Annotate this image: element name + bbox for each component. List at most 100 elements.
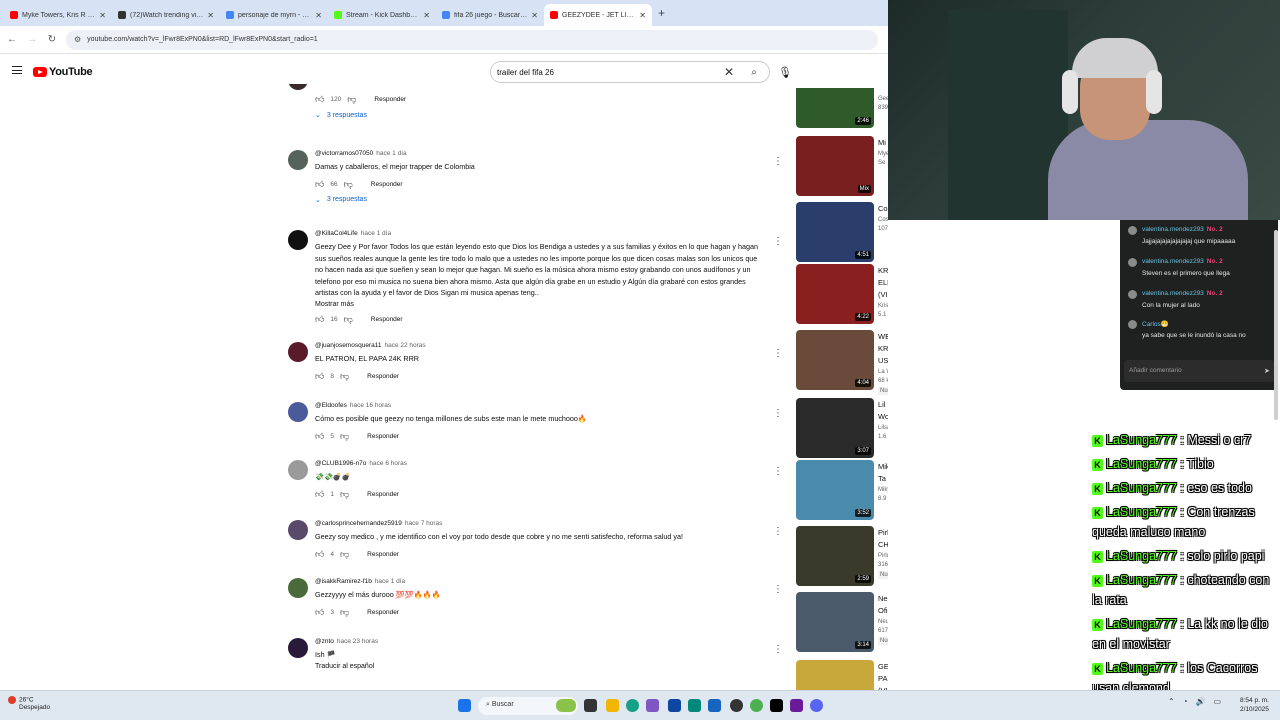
dislike-icon[interactable]: 👎︎ bbox=[340, 489, 349, 500]
comment-author[interactable]: @KillaCol4Life hace 1 día bbox=[315, 230, 765, 237]
video-thumbnail[interactable] bbox=[796, 660, 874, 690]
comment-more-icon[interactable]: ⋮ bbox=[773, 644, 783, 655]
comment-author-name[interactable]: @victorramos07050 bbox=[315, 150, 373, 157]
like-icon[interactable]: 👍︎ bbox=[315, 489, 324, 500]
tab-close-icon[interactable]: ✕ bbox=[99, 11, 106, 20]
reply-button[interactable]: Responder bbox=[367, 373, 399, 380]
tab-close-icon[interactable]: ✕ bbox=[315, 11, 322, 20]
task-view-icon[interactable] bbox=[584, 699, 597, 712]
avatar[interactable] bbox=[288, 84, 308, 90]
add-comment-input[interactable]: Añadir comentario bbox=[1124, 360, 1274, 382]
dislike-icon[interactable]: 👎︎ bbox=[344, 179, 353, 190]
youtube-logo[interactable]: YouTube bbox=[33, 66, 93, 78]
clear-search-icon[interactable]: ✕ bbox=[719, 65, 739, 79]
comment-author-name[interactable]: @znto bbox=[315, 638, 334, 645]
discord-icon[interactable] bbox=[810, 699, 823, 712]
video-thumbnail[interactable]: 3:14 bbox=[796, 592, 874, 652]
avatar[interactable] bbox=[288, 150, 308, 170]
chat-username[interactable]: valentina.mendez293 No. 2 bbox=[1142, 258, 1223, 265]
comment-more-icon[interactable]: ⋮ bbox=[773, 156, 783, 167]
steam-icon[interactable] bbox=[730, 699, 743, 712]
app-icon-blue[interactable] bbox=[668, 699, 681, 712]
comment-author[interactable]: @victorramos07050 hace 1 día bbox=[315, 150, 765, 157]
comment-more-icon[interactable]: ⋮ bbox=[773, 526, 783, 537]
avatar[interactable] bbox=[288, 342, 308, 362]
video-thumbnail[interactable]: Mix bbox=[796, 136, 874, 196]
dislike-icon[interactable]: 👎︎ bbox=[347, 94, 356, 105]
video-thumbnail[interactable]: 3:07 bbox=[796, 398, 874, 458]
battery-icon[interactable]: ▭ bbox=[1214, 697, 1222, 706]
file-explorer-icon[interactable] bbox=[606, 699, 619, 712]
tab-close-icon[interactable]: ✕ bbox=[207, 11, 214, 20]
browser-tab[interactable]: Stream - Kick Dashboard ✕ bbox=[328, 4, 436, 26]
comment-age[interactable]: hace 7 horas bbox=[405, 520, 443, 527]
avatar[interactable] bbox=[288, 230, 308, 250]
comment-age[interactable]: hace 1 día bbox=[375, 578, 405, 585]
dislike-icon[interactable]: 👎︎ bbox=[340, 431, 349, 442]
taskbar-clock[interactable]: 8:54 p. m. 2/10/2025 bbox=[1240, 696, 1269, 714]
video-thumbnail[interactable]: 2:46 bbox=[796, 88, 874, 128]
comment-more-icon[interactable]: ⋮ bbox=[773, 348, 783, 359]
avatar[interactable] bbox=[288, 402, 308, 422]
comment-more-icon[interactable]: ⋮ bbox=[773, 466, 783, 477]
new-tab-button[interactable]: + bbox=[658, 6, 665, 20]
app-icon-green[interactable] bbox=[626, 699, 639, 712]
search-icon[interactable]: ⌕ bbox=[739, 67, 769, 78]
browser-tab[interactable]: personaje de myrn - Buscar con Google ✕ bbox=[220, 4, 328, 26]
comment-author[interactable]: @carlosprincehernandez5919 hace 7 horas bbox=[315, 520, 765, 527]
chat-username[interactable]: valentina.mendez293 No. 2 bbox=[1142, 290, 1223, 297]
chrome-icon[interactable] bbox=[750, 699, 763, 712]
reply-button[interactable]: Responder bbox=[367, 433, 399, 440]
comment-age[interactable]: hace 16 horas bbox=[350, 402, 391, 409]
video-thumbnail[interactable]: 4:22 bbox=[796, 264, 874, 324]
dislike-icon[interactable]: 👎︎ bbox=[340, 371, 349, 382]
like-icon[interactable]: 👍︎ bbox=[315, 94, 324, 105]
reply-button[interactable]: Responder bbox=[367, 609, 399, 616]
wifi-icon[interactable]: ◔ bbox=[1183, 697, 1188, 706]
browser-tab[interactable]: Myke Towers, Kris R & Alemán ✕ bbox=[4, 4, 112, 26]
tray-chevron-icon[interactable]: ⌃ bbox=[1168, 697, 1175, 706]
reload-icon[interactable]: ↻ bbox=[46, 34, 58, 45]
search-input[interactable]: trailer del fifa 26 bbox=[497, 68, 719, 77]
tab-close-icon[interactable]: ✕ bbox=[423, 11, 430, 20]
site-info-icon[interactable]: ⚙ bbox=[74, 35, 81, 44]
chat-username[interactable]: valentina.mendez293 No. 2 bbox=[1142, 226, 1223, 233]
comment-more-icon[interactable]: ⋮ bbox=[773, 584, 783, 595]
translate-link[interactable]: Traducir al español bbox=[315, 663, 765, 670]
reply-button[interactable]: Responder bbox=[374, 96, 406, 103]
like-icon[interactable]: 👍︎ bbox=[315, 549, 324, 560]
browser-tab[interactable]: fifa 26 juego - Buscar con Google ✕ bbox=[436, 4, 544, 26]
reply-button[interactable]: Responder bbox=[371, 181, 403, 188]
view-replies-button[interactable]: ⌄ 3 respuestas bbox=[315, 111, 765, 120]
comment-author-name[interactable]: @carlosprincehernandez5919 bbox=[315, 520, 402, 527]
comment-author[interactable]: @isakkRamirez-f1b hace 1 día bbox=[315, 578, 765, 585]
widgets-icon[interactable] bbox=[556, 699, 576, 712]
browser-tab[interactable]: GEEZYDEE - JET LI 🥋 (VIDEO OFICIAL) ✕ bbox=[544, 4, 652, 26]
comment-author[interactable]: @znto hace 23 horas bbox=[315, 638, 765, 645]
reply-button[interactable]: Responder bbox=[367, 491, 399, 498]
page-scrollbar[interactable] bbox=[1274, 230, 1278, 420]
reply-button[interactable]: Responder bbox=[367, 551, 399, 558]
comment-age[interactable]: hace 6 horas bbox=[369, 460, 407, 467]
avatar[interactable] bbox=[288, 578, 308, 598]
avatar[interactable] bbox=[288, 460, 308, 480]
comment-age[interactable]: hace 1 día bbox=[361, 230, 391, 237]
copilot-icon[interactable] bbox=[646, 699, 659, 712]
tiktok-icon[interactable] bbox=[770, 699, 783, 712]
tab-close-icon[interactable]: ✕ bbox=[639, 11, 646, 20]
reply-button[interactable]: Responder bbox=[371, 316, 403, 323]
like-icon[interactable]: 👍︎ bbox=[315, 371, 324, 382]
send-icon[interactable]: ➤ bbox=[1264, 367, 1270, 375]
comment-author-name[interactable]: @Eldoofes bbox=[315, 402, 347, 409]
comment-author-name[interactable]: @juanjosemosquera11 bbox=[315, 342, 381, 349]
comment-author[interactable]: @Eldoofes hace 16 horas bbox=[315, 402, 765, 409]
back-arrow-icon[interactable]: ← bbox=[6, 34, 18, 45]
like-icon[interactable]: 👍︎ bbox=[315, 431, 324, 442]
comment-more-icon[interactable]: ⋮ bbox=[773, 408, 783, 419]
show-more-link[interactable]: Mostrar más bbox=[315, 301, 765, 308]
hamburger-menu-icon[interactable] bbox=[12, 66, 22, 74]
like-icon[interactable]: 👍︎ bbox=[315, 179, 324, 190]
comment-author-name[interactable]: @KillaCol4Life bbox=[315, 230, 358, 237]
browser-tab[interactable]: (72)Watch trending videos for you ✕ bbox=[112, 4, 220, 26]
video-thumbnail[interactable]: 3:52 bbox=[796, 460, 874, 520]
